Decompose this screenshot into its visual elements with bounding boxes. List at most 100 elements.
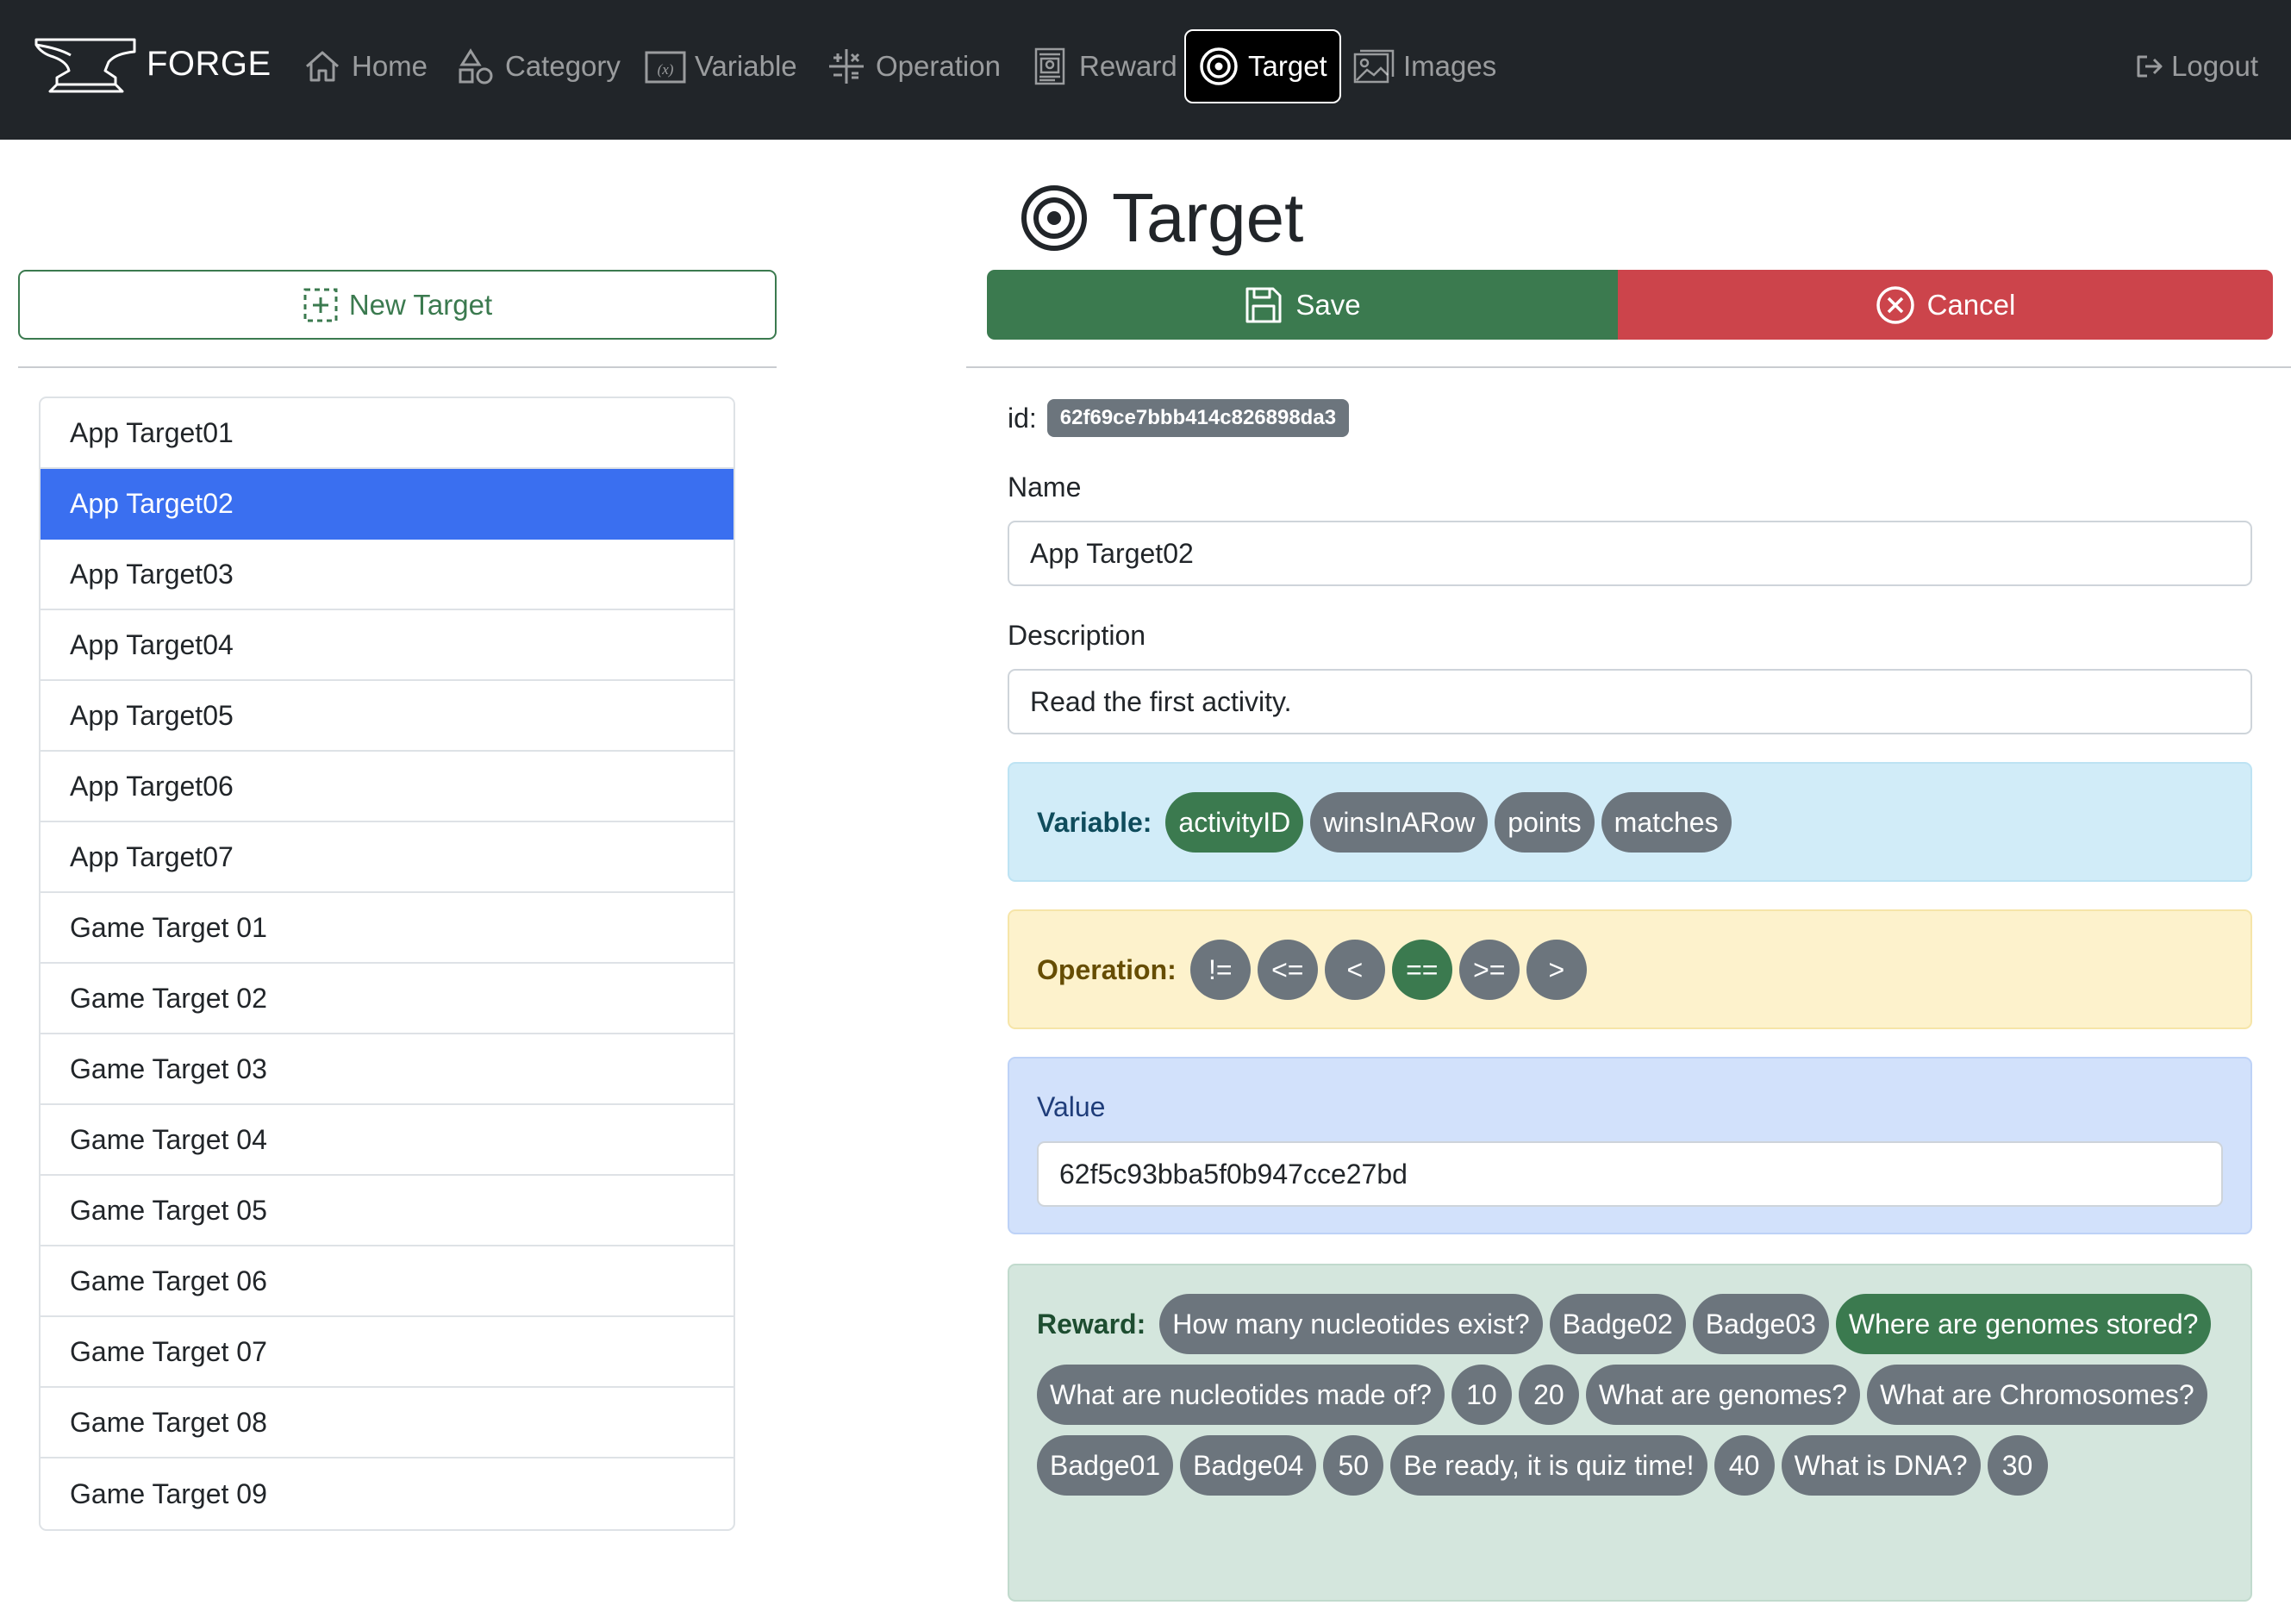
reward-options: Reward: How many nucleotides exist? Badg… bbox=[1037, 1294, 2233, 1496]
id-badge: 62f69ce7bbb414c826898da3 bbox=[1046, 399, 1350, 437]
operation-options: Operation: != <= < == >= > bbox=[1037, 940, 2233, 1000]
brand-name: FORGE bbox=[147, 44, 272, 83]
list-item[interactable]: Game Target 05 bbox=[41, 1176, 733, 1246]
shapes-icon bbox=[459, 48, 493, 84]
reward-pill-selected[interactable]: Where are genomes stored? bbox=[1835, 1294, 2212, 1354]
id-row: id: 62f69ce7bbb414c826898da3 bbox=[1008, 399, 1350, 437]
operation-pill[interactable]: <= bbox=[1257, 940, 1318, 1000]
list-item[interactable]: App Target04 bbox=[41, 610, 733, 681]
divider bbox=[18, 366, 777, 368]
list-item[interactable]: Game Target 01 bbox=[41, 893, 733, 964]
id-label: id: bbox=[1008, 402, 1037, 434]
list-item[interactable]: App Target05 bbox=[41, 681, 733, 752]
top-navbar: FORGE Home Category (x) Variable Operati… bbox=[0, 0, 2291, 140]
operation-panel: Operation: != <= < == >= > bbox=[1008, 909, 2252, 1029]
reward-panel: Reward: How many nucleotides exist? Badg… bbox=[1008, 1264, 2252, 1602]
operation-icon bbox=[829, 49, 864, 84]
nav-reward-label: Reward bbox=[1079, 50, 1177, 82]
nav-category[interactable]: Category bbox=[455, 29, 621, 103]
target-list: App Target01 App Target02 App Target03 A… bbox=[39, 397, 735, 1531]
value-input[interactable]: 62f5c93bba5f0b947cce27bd bbox=[1037, 1141, 2223, 1207]
list-item[interactable]: App Target01 bbox=[41, 398, 733, 469]
list-item[interactable]: Game Target 06 bbox=[41, 1246, 733, 1317]
list-item[interactable]: App Target03 bbox=[41, 540, 733, 610]
operation-pill[interactable]: >= bbox=[1458, 940, 1520, 1000]
list-item[interactable]: App Target06 bbox=[41, 752, 733, 822]
variable-label: Variable: bbox=[1037, 806, 1152, 838]
images-icon bbox=[1353, 49, 1395, 84]
page-title: Target bbox=[1019, 171, 1303, 265]
reward-pill[interactable]: What are nucleotides made of? bbox=[1037, 1365, 1445, 1425]
reward-pill[interactable]: 40 bbox=[1714, 1435, 1775, 1496]
reward-pill[interactable]: Badge01 bbox=[1037, 1435, 1174, 1496]
page-title-text: Target bbox=[1112, 179, 1304, 256]
name-input[interactable]: App Target02 bbox=[1008, 521, 2252, 586]
nav-target[interactable]: Target bbox=[1184, 29, 1341, 103]
divider bbox=[966, 366, 2291, 368]
close-circle-icon bbox=[1876, 285, 1914, 324]
nav-variable[interactable]: (x) Variable bbox=[645, 29, 797, 103]
new-target-label: New Target bbox=[348, 288, 493, 321]
cancel-button[interactable]: Cancel bbox=[1618, 270, 2273, 340]
list-item[interactable]: Game Target 08 bbox=[41, 1388, 733, 1458]
list-item[interactable]: Game Target 09 bbox=[41, 1458, 733, 1529]
reward-pill[interactable]: Badge03 bbox=[1692, 1294, 1829, 1354]
variable-pill[interactable]: winsInARow bbox=[1310, 792, 1489, 853]
reward-pill[interactable]: What is DNA? bbox=[1781, 1435, 1981, 1496]
list-item[interactable]: Game Target 02 bbox=[41, 964, 733, 1034]
logout-link[interactable]: Logout bbox=[2135, 29, 2258, 103]
reward-pill[interactable]: 50 bbox=[1323, 1435, 1384, 1496]
reward-pill[interactable]: Badge02 bbox=[1549, 1294, 1686, 1354]
name-label: Name bbox=[1008, 472, 1082, 503]
description-label: Description bbox=[1008, 620, 1146, 651]
nav-reward[interactable]: Reward bbox=[1029, 29, 1177, 103]
nav-home-label: Home bbox=[352, 50, 428, 82]
brand[interactable]: FORGE bbox=[33, 33, 272, 95]
target-icon bbox=[1200, 47, 1238, 85]
variable-pill[interactable]: points bbox=[1495, 792, 1595, 853]
list-item[interactable]: Game Target 07 bbox=[41, 1317, 733, 1388]
nav-category-label: Category bbox=[505, 50, 621, 82]
operation-label: Operation: bbox=[1037, 953, 1177, 985]
nav-variable-label: Variable bbox=[695, 50, 797, 82]
plus-square-dashed-icon bbox=[303, 288, 338, 322]
list-item[interactable]: Game Target 04 bbox=[41, 1105, 733, 1176]
reward-pill[interactable]: What are genomes? bbox=[1585, 1365, 1861, 1425]
nav-operation[interactable]: Operation bbox=[826, 29, 1001, 103]
reward-pill[interactable]: 10 bbox=[1451, 1365, 1512, 1425]
value-panel: Value 62f5c93bba5f0b947cce27bd bbox=[1008, 1057, 2252, 1234]
nav-target-label: Target bbox=[1248, 50, 1327, 82]
list-item-selected[interactable]: App Target02 bbox=[41, 469, 733, 540]
list-item[interactable]: Game Target 03 bbox=[41, 1034, 733, 1105]
save-label: Save bbox=[1295, 288, 1361, 321]
variable-panel: Variable: activityID winsInARow points m… bbox=[1008, 762, 2252, 882]
variable-icon: (x) bbox=[645, 51, 686, 84]
reward-pill[interactable]: What are Chromosomes? bbox=[1867, 1365, 2207, 1425]
nav-home[interactable]: Home bbox=[302, 29, 428, 103]
reward-pill[interactable]: 20 bbox=[1518, 1365, 1579, 1425]
reward-pill[interactable]: How many nucleotides exist? bbox=[1159, 1294, 1543, 1354]
reward-pill[interactable]: Be ready, it is quiz time! bbox=[1390, 1435, 1707, 1496]
reward-label: Reward: bbox=[1037, 1308, 1146, 1340]
logout-label: Logout bbox=[2171, 50, 2258, 82]
save-button[interactable]: Save bbox=[987, 270, 1618, 340]
cancel-label: Cancel bbox=[1926, 288, 2016, 321]
wanted-poster-icon bbox=[1034, 47, 1065, 85]
operation-pill[interactable]: != bbox=[1189, 940, 1251, 1000]
variable-pill-selected[interactable]: activityID bbox=[1165, 792, 1304, 853]
target-icon bbox=[1021, 185, 1087, 251]
operation-pill[interactable]: > bbox=[1526, 940, 1587, 1000]
operation-pill-selected[interactable]: == bbox=[1391, 940, 1452, 1000]
description-input[interactable]: Read the first activity. bbox=[1008, 669, 2252, 734]
reward-pill[interactable]: 30 bbox=[1987, 1435, 2048, 1496]
variable-options: Variable: activityID winsInARow points m… bbox=[1037, 792, 2233, 853]
new-target-button[interactable]: New Target bbox=[18, 270, 777, 340]
nav-images[interactable]: Images bbox=[1353, 29, 1496, 103]
save-icon bbox=[1245, 287, 1282, 322]
list-item[interactable]: App Target07 bbox=[41, 822, 733, 893]
nav-images-label: Images bbox=[1403, 50, 1497, 82]
anvil-icon bbox=[34, 38, 136, 93]
operation-pill[interactable]: < bbox=[1324, 940, 1385, 1000]
variable-pill[interactable]: matches bbox=[1601, 792, 1732, 853]
reward-pill[interactable]: Badge04 bbox=[1180, 1435, 1317, 1496]
